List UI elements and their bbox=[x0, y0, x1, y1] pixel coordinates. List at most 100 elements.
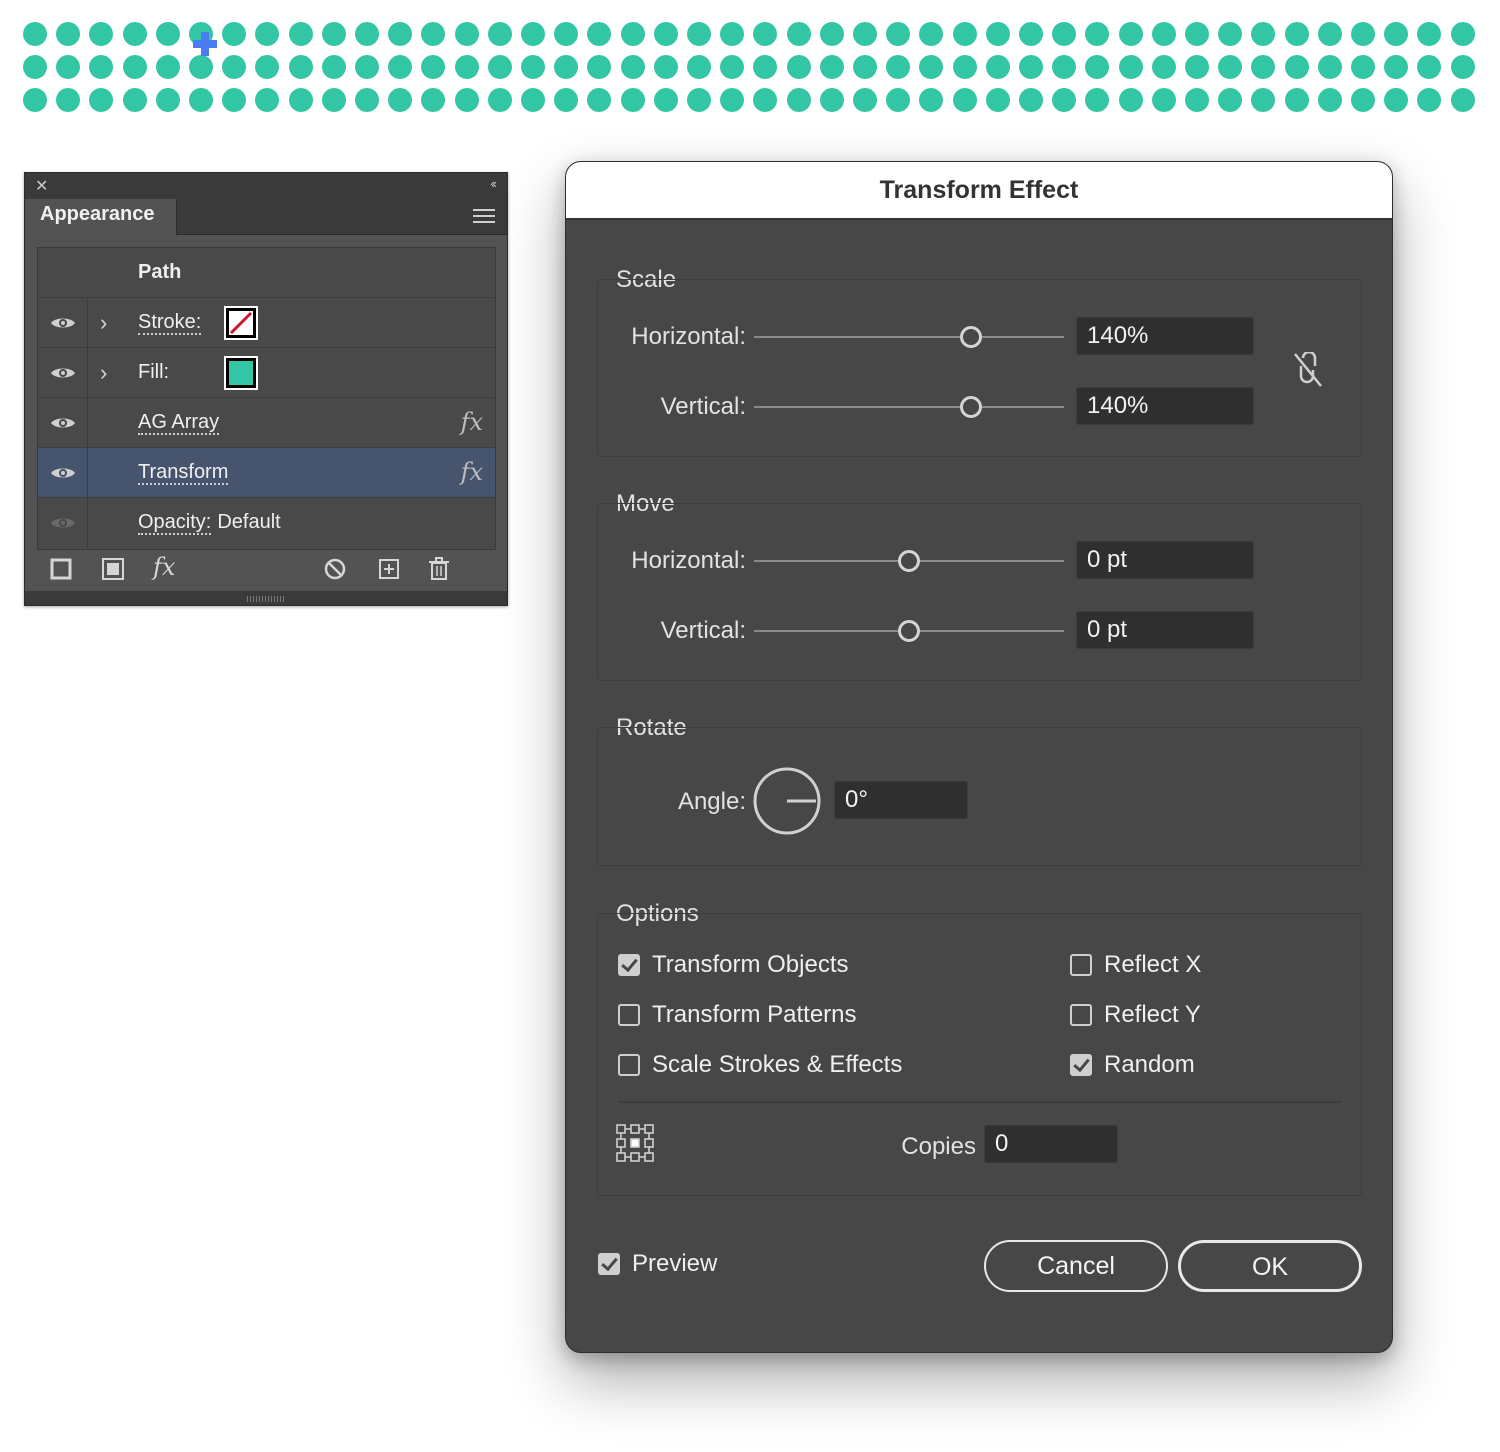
scale-strokes-checkbox[interactable] bbox=[618, 1054, 640, 1076]
pattern-dot bbox=[1417, 22, 1442, 46]
pattern-dot bbox=[521, 88, 545, 112]
pattern-dot bbox=[222, 22, 247, 46]
preview-label[interactable]: Preview bbox=[632, 1250, 717, 1278]
close-icon[interactable]: ✕ bbox=[35, 176, 48, 196]
pattern-dot bbox=[1185, 22, 1209, 46]
move-horizontal-input[interactable]: 0 pt bbox=[1076, 541, 1254, 579]
pattern-dot bbox=[620, 55, 645, 79]
panel-resize-grip[interactable] bbox=[25, 591, 507, 605]
pattern-dot bbox=[1284, 55, 1309, 79]
scale-horizontal-slider[interactable] bbox=[754, 326, 1064, 348]
transform-objects-label[interactable]: Transform Objects bbox=[652, 951, 849, 979]
copies-input[interactable]: 0 bbox=[984, 1125, 1118, 1163]
pattern-dot bbox=[587, 88, 612, 112]
chevron-right-icon[interactable]: › bbox=[100, 360, 107, 386]
add-fill-icon[interactable] bbox=[101, 557, 125, 581]
fill-label: Fill: bbox=[138, 361, 170, 383]
eye-icon[interactable] bbox=[50, 365, 76, 381]
scale-strokes-label[interactable]: Scale Strokes & Effects bbox=[652, 1051, 902, 1079]
pattern-dot bbox=[819, 88, 844, 112]
reflect-y-checkbox[interactable] bbox=[1070, 1004, 1092, 1026]
eye-icon[interactable] bbox=[50, 315, 76, 331]
transform-objects-checkbox[interactable] bbox=[618, 954, 640, 976]
eye-icon[interactable] bbox=[50, 415, 76, 431]
scale-horizontal-input[interactable]: 140% bbox=[1076, 317, 1254, 355]
preview-checkbox[interactable] bbox=[598, 1253, 620, 1275]
move-horizontal-label: Horizontal: bbox=[631, 547, 746, 574]
pattern-dot bbox=[620, 22, 645, 46]
pattern-dot bbox=[89, 55, 114, 79]
ok-button[interactable]: OK bbox=[1178, 1240, 1362, 1292]
trash-icon[interactable] bbox=[427, 557, 451, 581]
hamburger-menu-icon[interactable] bbox=[473, 209, 495, 225]
pattern-dot bbox=[786, 88, 811, 112]
eye-icon[interactable] bbox=[50, 515, 76, 531]
pattern-dot bbox=[1019, 55, 1043, 79]
random-checkbox[interactable] bbox=[1070, 1054, 1092, 1076]
stroke-label[interactable]: Stroke: bbox=[138, 311, 202, 335]
appearance-row-stroke[interactable]: › Stroke: bbox=[38, 298, 495, 348]
slider-thumb[interactable] bbox=[960, 396, 982, 418]
pattern-dot bbox=[554, 22, 579, 46]
duplicate-item-icon[interactable] bbox=[377, 557, 401, 581]
tab-appearance[interactable]: Appearance bbox=[25, 199, 177, 235]
pattern-dot bbox=[23, 88, 47, 112]
pattern-dot bbox=[56, 88, 81, 112]
move-vertical-slider[interactable] bbox=[754, 620, 1064, 642]
add-stroke-icon[interactable] bbox=[49, 557, 73, 581]
reflect-x-label[interactable]: Reflect X bbox=[1104, 951, 1201, 979]
pattern-dot bbox=[1019, 22, 1043, 46]
pattern-dot bbox=[122, 22, 147, 46]
pattern-dot bbox=[521, 22, 545, 46]
angle-input[interactable]: 0° bbox=[834, 781, 968, 819]
transform-patterns-checkbox[interactable] bbox=[618, 1004, 640, 1026]
slider-thumb[interactable] bbox=[898, 550, 920, 572]
appearance-row-opacity[interactable]: Opacity: Default bbox=[38, 498, 495, 548]
pattern-dot bbox=[155, 88, 180, 112]
scale-vertical-input[interactable]: 140% bbox=[1076, 387, 1254, 425]
reflect-y-label[interactable]: Reflect Y bbox=[1104, 1001, 1201, 1029]
slider-thumb[interactable] bbox=[898, 620, 920, 642]
cancel-button[interactable]: Cancel bbox=[984, 1240, 1168, 1292]
reflect-x-checkbox[interactable] bbox=[1070, 954, 1092, 976]
opacity-link[interactable]: Opacity: bbox=[138, 511, 212, 535]
pattern-dot bbox=[321, 55, 346, 79]
appearance-row-transform[interactable]: Transform fx bbox=[38, 448, 495, 498]
pattern-dot bbox=[1052, 22, 1077, 46]
random-label[interactable]: Random bbox=[1104, 1051, 1195, 1079]
double-chevron-left-icon[interactable]: ‹‹ bbox=[490, 176, 497, 191]
appearance-row-fill[interactable]: › Fill: bbox=[38, 348, 495, 398]
pattern-dot bbox=[1118, 88, 1143, 112]
stroke-none-swatch[interactable] bbox=[224, 306, 258, 340]
panel-footer: fx bbox=[25, 553, 507, 593]
panel-titlebar: ✕ ‹‹ bbox=[25, 173, 507, 199]
ag-array-effect-link[interactable]: AG Array bbox=[138, 411, 220, 435]
pattern-dot bbox=[421, 88, 446, 112]
eye-icon[interactable] bbox=[50, 465, 76, 481]
options-divider bbox=[618, 1101, 1342, 1103]
fx-menu-icon[interactable]: fx bbox=[153, 553, 175, 581]
angle-label: Angle: bbox=[677, 788, 746, 815]
chevron-right-icon[interactable]: › bbox=[100, 310, 107, 336]
move-vertical-label: Vertical: bbox=[660, 617, 746, 644]
pattern-dot bbox=[753, 55, 778, 79]
fill-color-swatch[interactable] bbox=[224, 356, 258, 390]
angle-dial-icon[interactable] bbox=[752, 766, 822, 836]
clear-appearance-icon[interactable] bbox=[323, 557, 347, 581]
move-horizontal-slider[interactable] bbox=[754, 550, 1064, 572]
transform-effect-link[interactable]: Transform bbox=[138, 461, 229, 485]
reference-point-locator-icon[interactable] bbox=[615, 1123, 655, 1163]
slider-thumb[interactable] bbox=[960, 326, 982, 348]
pattern-dot bbox=[122, 88, 147, 112]
pattern-dot bbox=[454, 88, 479, 112]
pattern-dot bbox=[819, 22, 844, 46]
transform-patterns-label[interactable]: Transform Patterns bbox=[652, 1001, 857, 1029]
appearance-row-ag-array[interactable]: AG Array fx bbox=[38, 398, 495, 448]
pattern-dot bbox=[1218, 55, 1243, 79]
move-vertical-input[interactable]: 0 pt bbox=[1076, 611, 1254, 649]
pattern-dot bbox=[288, 22, 313, 46]
pattern-dot bbox=[155, 55, 180, 79]
pattern-dot bbox=[487, 22, 512, 46]
unlink-proportions-icon[interactable] bbox=[1291, 352, 1325, 388]
scale-vertical-slider[interactable] bbox=[754, 396, 1064, 418]
